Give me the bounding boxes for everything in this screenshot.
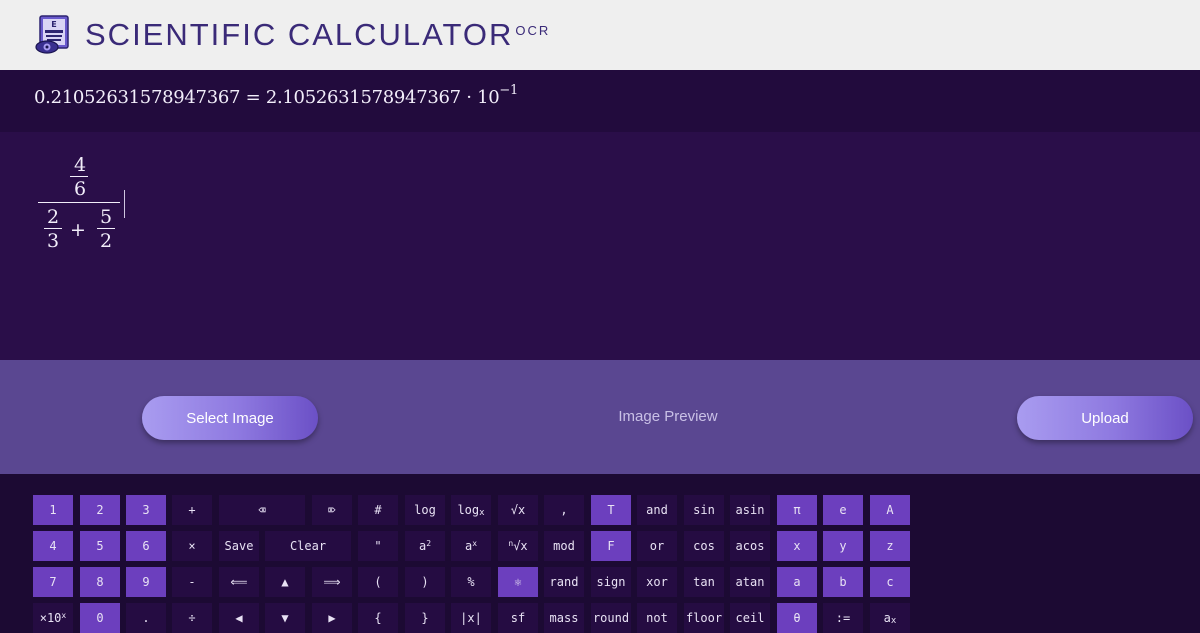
left-numerator: 2: [47, 206, 60, 228]
key-or[interactable]: or: [637, 531, 677, 561]
key-sin[interactable]: sin: [684, 495, 724, 525]
left-fraction-line: [44, 228, 62, 229]
key-x[interactable]: x: [777, 531, 817, 561]
key-e[interactable]: e: [823, 495, 863, 525]
key-5[interactable]: 5: [80, 531, 120, 561]
key-move-end[interactable]: ⟹: [312, 567, 352, 597]
left-denominator: 3: [47, 230, 60, 252]
key-0[interactable]: 0: [80, 603, 120, 633]
key-asin[interactable]: asin: [730, 495, 770, 525]
key-rand[interactable]: rand: [544, 567, 584, 597]
key-nth-root[interactable]: n √x: [498, 531, 538, 561]
key-minus[interactable]: -: [172, 567, 212, 597]
top-fraction-line: [70, 176, 88, 177]
key-1[interactable]: 1: [33, 495, 73, 525]
ocr-toolbar: Select Image Image Preview Upload: [0, 360, 1200, 474]
key-sqrt[interactable]: √x: [498, 495, 538, 525]
key-sci-notation[interactable]: ×10 x: [33, 603, 73, 633]
right-numerator: 5: [100, 206, 113, 228]
key-save[interactable]: Save: [219, 531, 259, 561]
key-comma[interactable]: ,: [544, 495, 584, 525]
key-mass[interactable]: mass: [544, 603, 584, 633]
eye-chart-icon: E: [35, 15, 69, 54]
key-theta[interactable]: θ: [777, 603, 817, 633]
key-floor[interactable]: floor: [684, 603, 724, 633]
key-tan[interactable]: tan: [684, 567, 724, 597]
key-4[interactable]: 4: [33, 531, 73, 561]
key-left[interactable]: ◀: [219, 603, 259, 633]
key-acos[interactable]: acos: [730, 531, 770, 561]
top-denominator: 6: [74, 178, 87, 200]
key-log-base[interactable]: log x: [451, 495, 491, 525]
key-abs[interactable]: |x|: [451, 603, 491, 633]
key-log[interactable]: log: [405, 495, 445, 525]
right-denominator: 2: [100, 230, 113, 252]
result-expression: 0.21052631578947367 = 2.1052631578947367…: [34, 83, 518, 108]
main-fraction-line: [38, 202, 120, 203]
image-preview: Image Preview: [618, 408, 718, 425]
key-round[interactable]: round: [591, 603, 631, 633]
key-lparen[interactable]: (: [358, 567, 398, 597]
key-power[interactable]: ax: [451, 531, 491, 561]
key-square[interactable]: a2: [405, 531, 445, 561]
math-editor[interactable]: 4 6 2 3 + 5 2: [0, 132, 1200, 360]
key-sf[interactable]: sf: [498, 603, 538, 633]
key-cos[interactable]: cos: [684, 531, 724, 561]
key-xor[interactable]: xor: [637, 567, 677, 597]
text-caret: [124, 190, 125, 218]
key-atan[interactable]: atan: [730, 567, 770, 597]
key-sign[interactable]: sign: [591, 567, 631, 597]
key-mod[interactable]: mod: [544, 531, 584, 561]
keypad: 1 2 3 + ⌫ ⌦ # log log x √x , T and sin as…: [0, 474, 1200, 633]
key-hash[interactable]: #: [358, 495, 398, 525]
key-percent[interactable]: %: [451, 567, 491, 597]
key-y[interactable]: y: [823, 531, 863, 561]
app-title-badge: OCR: [515, 23, 551, 38]
key-ceil[interactable]: ceil: [730, 603, 770, 633]
key-down[interactable]: ▼: [265, 603, 305, 633]
svg-text:E: E: [51, 20, 56, 29]
key-times[interactable]: ×: [172, 531, 212, 561]
select-image-button[interactable]: Select Image: [142, 396, 318, 440]
key-up[interactable]: ▲: [265, 567, 305, 597]
plus-operator: +: [70, 219, 86, 241]
key-c[interactable]: c: [870, 567, 910, 597]
key-quote[interactable]: ": [358, 531, 398, 561]
key-dot[interactable]: .: [126, 603, 166, 633]
key-A[interactable]: A: [870, 495, 910, 525]
key-a[interactable]: a: [777, 567, 817, 597]
key-move-start[interactable]: ⟸: [219, 567, 259, 597]
right-fraction-line: [97, 228, 115, 229]
app-header: E SCIENTIFIC CALCULATOR OCR: [0, 0, 1200, 70]
key-lbrace[interactable]: {: [358, 603, 398, 633]
upload-button[interactable]: Upload: [1017, 396, 1193, 440]
key-8[interactable]: 8: [80, 567, 120, 597]
key-pi[interactable]: π: [777, 495, 817, 525]
key-assign[interactable]: :=: [823, 603, 863, 633]
key-rbrace[interactable]: }: [405, 603, 445, 633]
key-b[interactable]: b: [823, 567, 863, 597]
key-false[interactable]: F: [591, 531, 631, 561]
key-3[interactable]: 3: [126, 495, 166, 525]
key-and[interactable]: and: [637, 495, 677, 525]
key-true[interactable]: T: [591, 495, 631, 525]
key-9[interactable]: 9: [126, 567, 166, 597]
key-divide[interactable]: ÷: [172, 603, 212, 633]
key-7[interactable]: 7: [33, 567, 73, 597]
app-title: SCIENTIFIC CALCULATOR OCR: [85, 17, 551, 52]
key-z[interactable]: z: [870, 531, 910, 561]
atom-icon[interactable]: ⚛: [498, 567, 538, 597]
key-right[interactable]: ▶: [312, 603, 352, 633]
key-backspace[interactable]: ⌫: [219, 495, 305, 525]
key-subscript[interactable]: ax: [870, 603, 910, 633]
result-panel: 0.21052631578947367 = 2.1052631578947367…: [0, 70, 1200, 132]
key-2[interactable]: 2: [80, 495, 120, 525]
key-6[interactable]: 6: [126, 531, 166, 561]
key-delete[interactable]: ⌦: [312, 495, 352, 525]
key-not[interactable]: not: [637, 603, 677, 633]
key-rparen[interactable]: ): [405, 567, 445, 597]
top-numerator: 4: [74, 154, 87, 176]
key-clear[interactable]: Clear: [265, 531, 351, 561]
key-plus[interactable]: +: [172, 495, 212, 525]
